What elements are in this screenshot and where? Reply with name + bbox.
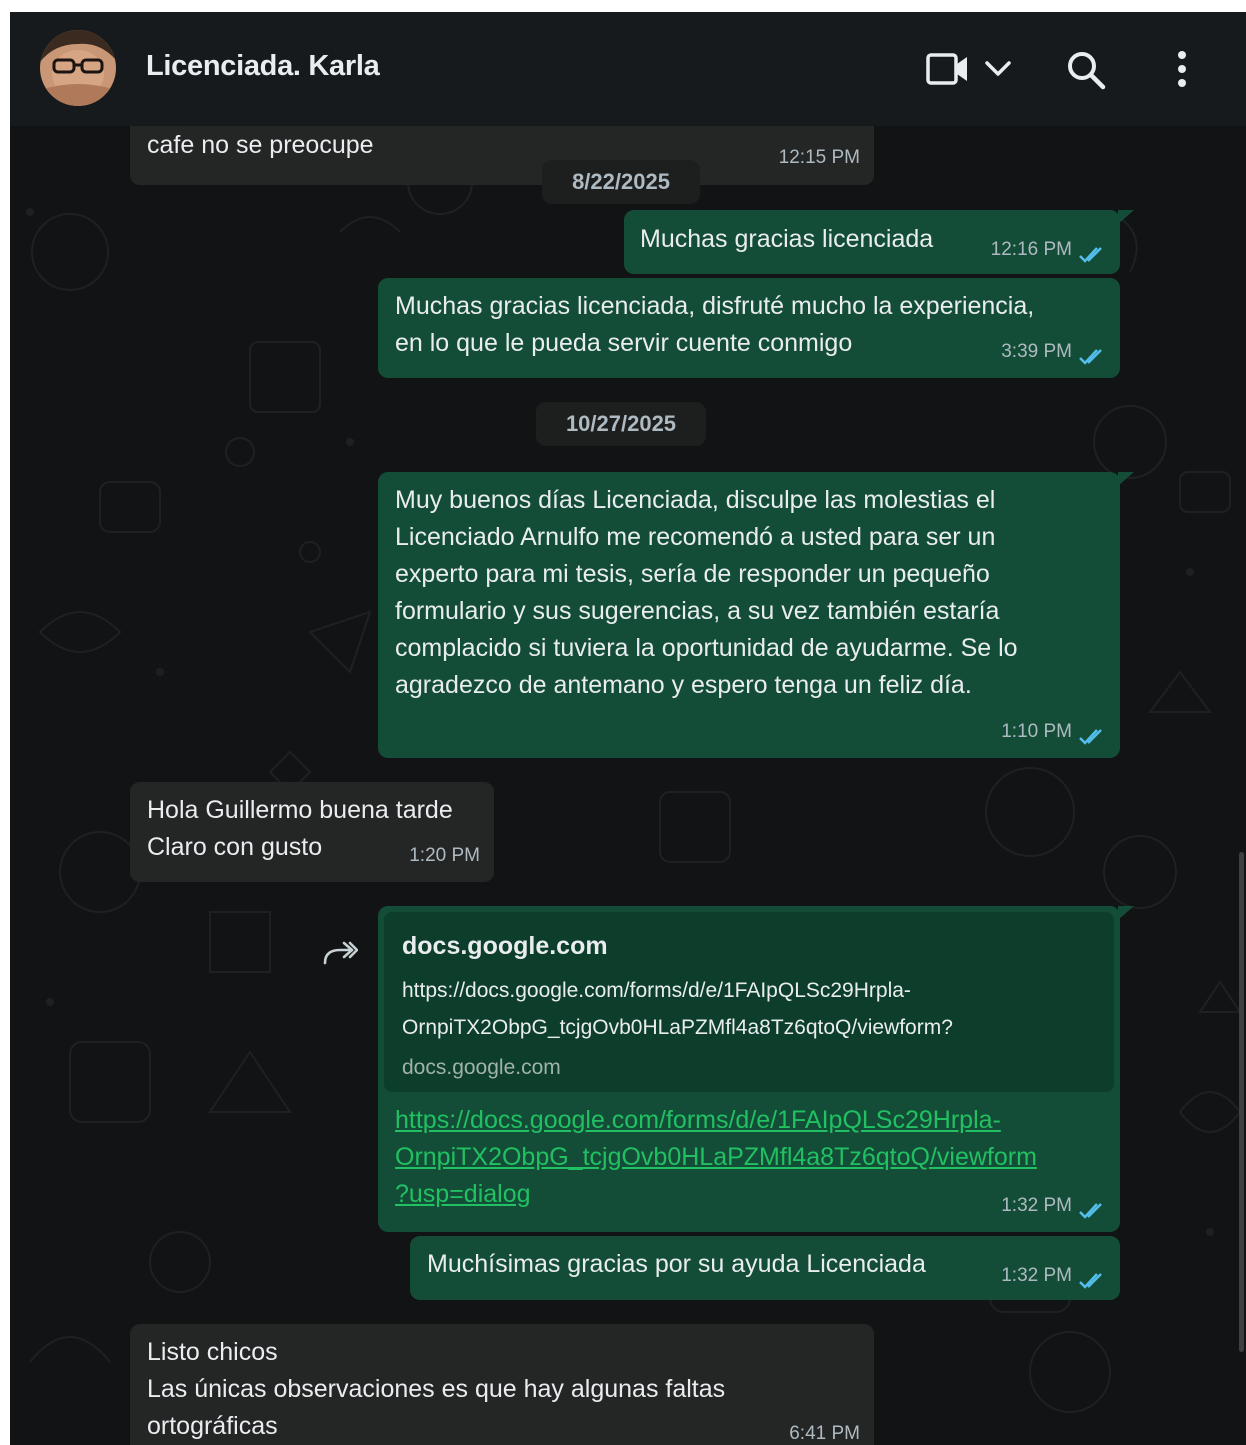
- message-list[interactable]: cafe no se preocupe 12:15 PM 8/22/2025 M…: [10, 96, 1246, 1445]
- chat-window: Licenciada. Karla cafe no se preocupe 12…: [10, 12, 1246, 1445]
- message-text: Muchas gracias licenciada, disfruté much…: [395, 292, 1035, 357]
- chevron-down-icon[interactable]: [984, 60, 1012, 78]
- message-incoming[interactable]: Hola Guillermo buena tarde Claro con gus…: [130, 782, 494, 882]
- message-time: 3:39 PM: [1001, 341, 1072, 362]
- read-ticks-icon: [1079, 349, 1102, 365]
- link-preview-site: docs.google.com: [402, 1056, 561, 1079]
- message-outgoing[interactable]: Muchísimas gracias por su ayuda Licencia…: [410, 1236, 1120, 1300]
- menu-dots-icon[interactable]: [1174, 50, 1190, 88]
- message-link[interactable]: https://docs.google.com/forms/d/e/1FAIpQ…: [395, 1102, 1037, 1213]
- message-text: Muy buenos días Licenciada, disculpe las…: [395, 486, 1018, 699]
- search-icon[interactable]: [1066, 50, 1106, 90]
- link-preview-card[interactable]: docs.google.com https://docs.google.com/…: [384, 912, 1114, 1092]
- message-text: cafe no se preocupe: [147, 131, 374, 159]
- message-time: 1:32 PM: [1001, 1265, 1072, 1286]
- message-time: 1:32 PM: [1001, 1195, 1072, 1216]
- date-separator: 10/27/2025: [536, 402, 706, 446]
- date-separator: 8/22/2025: [542, 160, 700, 204]
- message-text: Muchas gracias licenciada: [640, 225, 934, 253]
- bubble-tail: [1118, 210, 1134, 224]
- read-ticks-icon: [1079, 247, 1102, 263]
- message-text: Muchísimas gracias por su ayuda Licencia…: [427, 1250, 926, 1278]
- bubble-tail: [1118, 472, 1134, 486]
- link-preview-domain: docs.google.com: [402, 932, 608, 960]
- message-outgoing[interactable]: Muchas gracias licenciada 12:16 PM: [624, 210, 1120, 274]
- video-call-icon[interactable]: [926, 52, 970, 86]
- message-time: 1:20 PM: [409, 845, 480, 866]
- message-text: Listo chicos Las únicas observaciones es…: [147, 1338, 726, 1440]
- forward-icon[interactable]: [322, 940, 359, 971]
- message-time: 12:15 PM: [778, 147, 860, 168]
- read-ticks-icon: [1079, 1273, 1102, 1289]
- message-outgoing-link[interactable]: docs.google.com https://docs.google.com/…: [378, 906, 1120, 1232]
- message-text: Hola Guillermo buena tarde Claro con gus…: [147, 796, 453, 861]
- link-preview-url: https://docs.google.com/forms/d/e/1FAIpQ…: [402, 979, 953, 1039]
- message-incoming[interactable]: Listo chicos Las únicas observaciones es…: [130, 1324, 874, 1445]
- read-ticks-icon: [1079, 729, 1102, 745]
- message-time: 1:10 PM: [1001, 721, 1072, 742]
- message-time: 12:16 PM: [990, 239, 1072, 260]
- contact-name[interactable]: Licenciada. Karla: [146, 50, 380, 83]
- chat-header: Licenciada. Karla: [10, 12, 1246, 126]
- chat-scrollbar[interactable]: [1239, 852, 1244, 1352]
- message-time: 6:41 PM: [789, 1423, 860, 1444]
- read-ticks-icon: [1079, 1203, 1102, 1219]
- avatar[interactable]: [40, 30, 116, 106]
- bubble-tail: [1118, 906, 1134, 920]
- message-outgoing[interactable]: Muy buenos días Licenciada, disculpe las…: [378, 472, 1120, 758]
- message-outgoing[interactable]: Muchas gracias licenciada, disfruté much…: [378, 278, 1120, 378]
